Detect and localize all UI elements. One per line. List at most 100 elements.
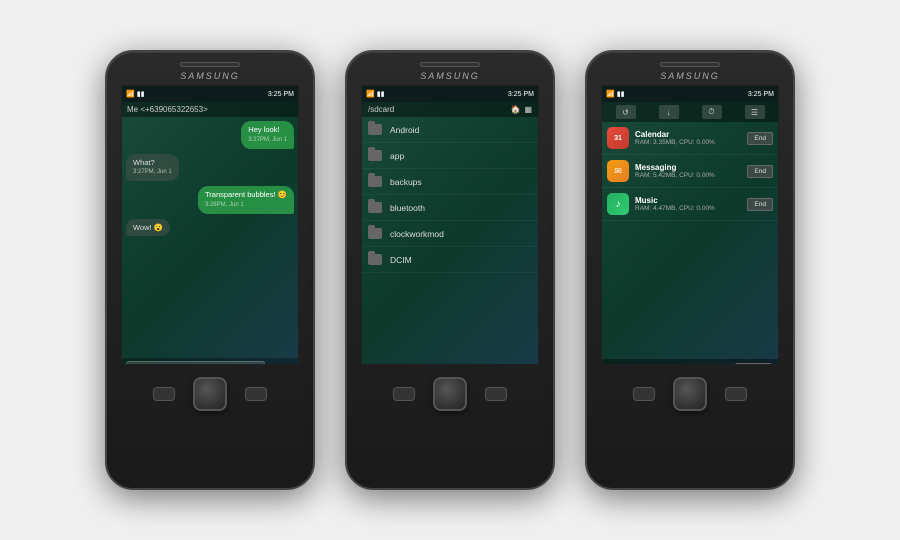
calendar-icon: 31 <box>607 127 629 149</box>
status-bar-2: 📶 ▮▮ 3:25 PM <box>362 86 538 102</box>
speaker-grill-3 <box>660 62 720 67</box>
msg-input-row: Send <box>122 358 298 365</box>
messaging-info: Messaging RAM: 5.42MB, CPU: 0.00% <box>635 163 741 179</box>
file-item-1[interactable]: Android <box>362 117 538 143</box>
screen-3: 📶 ▮▮ 3:25 PM ↺ ↓ ⏱ ☰ 31 Calendar RAM: 3.… <box>601 85 779 365</box>
file-name-2: app <box>390 151 404 161</box>
bubble-received-1: What? 3:27PM, Jun 1 <box>126 154 179 182</box>
app-item-messaging: ✉ Messaging RAM: 5.42MB, CPU: 0.00% End <box>602 155 778 188</box>
toolbar-clock-icon[interactable]: ⏱ <box>702 105 722 119</box>
bubble-text-3: Transparent bubbles! 😊 <box>205 190 287 199</box>
speaker-grill-2 <box>420 62 480 67</box>
wifi-icon: 📶 <box>126 90 135 98</box>
msg-header: Me <+639065322653> <box>122 102 298 117</box>
status-icons-2: 📶 ▮▮ <box>366 90 384 98</box>
file-item-5[interactable]: clockworkmod <box>362 221 538 247</box>
phone-1-top <box>107 52 313 67</box>
folder-icon-5 <box>368 228 382 239</box>
phone-1-bottom <box>153 365 267 488</box>
music-icon-text: ♪ <box>616 199 621 210</box>
bottom-buttons-3 <box>633 377 747 411</box>
time-display-3: 3:25 PM <box>748 91 774 98</box>
calendar-info: Calendar RAM: 3.35MB, CPU: 0.00% <box>635 130 741 146</box>
bubble-time-1: 3:27PM, Jun 1 <box>248 137 287 145</box>
file-path: /sdcard <box>368 105 394 114</box>
file-item-4[interactable]: bluetooth <box>362 195 538 221</box>
message-input[interactable] <box>126 361 265 365</box>
file-header: /sdcard 🏠 ▦ <box>362 102 538 117</box>
home-button-1[interactable] <box>193 377 227 411</box>
end-calendar-button[interactable]: End <box>747 132 773 145</box>
menu-button-1[interactable] <box>153 387 175 401</box>
back-button-1[interactable] <box>245 387 267 401</box>
app-item-music: ♪ Music RAM: 4.47MB, CPU: 0.00% End <box>602 188 778 221</box>
bubble-time-2: 3:27PM, Jun 1 <box>133 169 172 177</box>
messaging-ram: RAM: 5.42MB, CPU: 0.00% <box>635 172 741 179</box>
screen-1: 📶 ▮▮ 3:25 PM Me <+639065322653> Hey look… <box>121 85 299 365</box>
end-messaging-button[interactable]: End <box>747 165 773 178</box>
toolbar-download-icon[interactable]: ↓ <box>659 105 679 119</box>
status-bar-1: 📶 ▮▮ 3:25 PM <box>122 86 298 102</box>
file-list: Android app backups bluetooth clockworkm… <box>362 117 538 365</box>
phone-3-top <box>587 52 793 67</box>
messaging-name: Messaging <box>635 163 741 172</box>
file-item-2[interactable]: app <box>362 143 538 169</box>
task-spacer <box>602 221 778 359</box>
folder-icon-4 <box>368 202 382 213</box>
file-screen: /sdcard 🏠 ▦ Android app backups <box>362 102 538 365</box>
time-display-1: 3:25 PM <box>268 91 294 98</box>
brand-logo-2: SAMSUNG <box>420 71 480 81</box>
folder-icon-3 <box>368 176 382 187</box>
speaker-grill-1 <box>180 62 240 67</box>
bubble-sent-1: Hey look! 3:27PM, Jun 1 <box>241 121 294 149</box>
screen-2: 📶 ▮▮ 3:25 PM /sdcard 🏠 ▦ Android <box>361 85 539 365</box>
status-icons-3: 📶 ▮▮ <box>606 90 624 98</box>
file-header-icons: 🏠 ▦ <box>510 105 532 114</box>
file-name-3: backups <box>390 177 422 187</box>
time-display-2: 3:25 PM <box>508 91 534 98</box>
status-bar-3: 📶 ▮▮ 3:25 PM <box>602 86 778 102</box>
battery-icon-3: ▮▮ <box>617 90 625 98</box>
home-button-3[interactable] <box>673 377 707 411</box>
bubble-received-2: Wow! 😮 <box>126 219 170 237</box>
menu-button-2[interactable] <box>393 387 415 401</box>
music-name: Music <box>635 196 741 205</box>
phone-3-bottom <box>633 365 747 488</box>
bubble-text-2: What? <box>133 158 155 167</box>
file-item-3[interactable]: backups <box>362 169 538 195</box>
file-name-6: DCIM <box>390 255 412 265</box>
phone-3: SAMSUNG 📶 ▮▮ 3:25 PM ↺ ↓ ⏱ ☰ 31 Calend <box>585 50 795 490</box>
back-button-3[interactable] <box>725 387 747 401</box>
toolbar-menu-icon[interactable]: ☰ <box>745 105 765 119</box>
msg-body: Hey look! 3:27PM, Jun 1 What? 3:27PM, Ju… <box>122 117 298 358</box>
calendar-ram: RAM: 3.35MB, CPU: 0.00% <box>635 139 741 146</box>
task-toolbar: ↺ ↓ ⏱ ☰ <box>602 102 778 122</box>
send-button[interactable]: Send <box>268 364 294 366</box>
end-music-button[interactable]: End <box>747 198 773 211</box>
file-item-6[interactable]: DCIM <box>362 247 538 273</box>
menu-button-3[interactable] <box>633 387 655 401</box>
home-icon[interactable]: 🏠 <box>510 105 520 114</box>
status-icons-1: 📶 ▮▮ <box>126 90 144 98</box>
app-item-calendar: 31 Calendar RAM: 3.35MB, CPU: 0.00% End <box>602 122 778 155</box>
task-footer: Active applications: 3 End all <box>602 359 778 365</box>
music-ram: RAM: 4.47MB, CPU: 0.00% <box>635 205 741 212</box>
end-all-button[interactable]: End all <box>735 363 772 365</box>
messaging-icon: ✉ <box>607 160 629 182</box>
messaging-screen: Me <+639065322653> Hey look! 3:27PM, Jun… <box>122 102 298 365</box>
msg-contact: Me <+639065322653> <box>127 105 208 114</box>
wifi-icon-3: 📶 <box>606 90 615 98</box>
battery-icon: ▮▮ <box>137 90 145 98</box>
grid-icon[interactable]: ▦ <box>524 105 532 114</box>
music-icon: ♪ <box>607 193 629 215</box>
battery-icon-2: ▮▮ <box>377 90 385 98</box>
toolbar-history-icon[interactable]: ↺ <box>616 105 636 119</box>
calendar-name: Calendar <box>635 130 741 139</box>
back-button-2[interactable] <box>485 387 507 401</box>
folder-icon-1 <box>368 124 382 135</box>
bubble-text-1: Hey look! <box>248 125 279 134</box>
bottom-buttons-1 <box>153 377 267 411</box>
home-button-2[interactable] <box>433 377 467 411</box>
folder-icon-6 <box>368 254 382 265</box>
bubble-time-3: 3:28PM, Jun 1 <box>205 202 287 210</box>
